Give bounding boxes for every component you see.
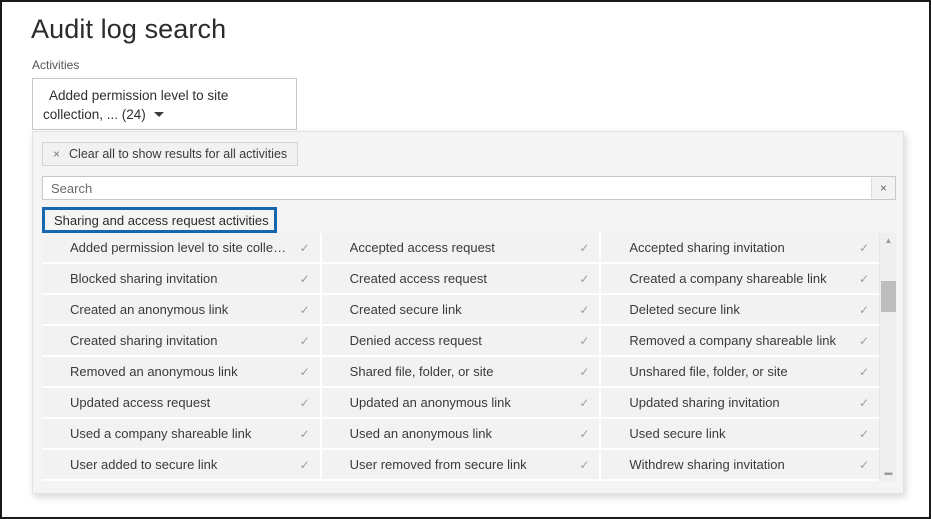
activity-option-label: User added to secure link: [70, 457, 218, 472]
activity-option-row[interactable]: Created an anonymous link ✓: [42, 295, 320, 324]
activity-option-row[interactable]: Deleted secure link ✓: [601, 295, 880, 324]
chevron-down-icon[interactable]: ▬: [880, 465, 896, 481]
check-icon: ✓: [858, 240, 870, 255]
check-icon: ✓: [858, 302, 870, 317]
group-header-label: Sharing and access request activities: [54, 212, 269, 228]
activity-option-row[interactable]: Updated an anonymous link ✓: [321, 388, 600, 417]
activities-selected-line2: collection, ... (24): [43, 107, 146, 122]
activity-option-label: Created an anonymous link: [70, 302, 229, 317]
activities-field-label: Activities: [32, 58, 80, 72]
clear-all-button[interactable]: × Clear all to show results for all acti…: [42, 142, 299, 166]
activity-option-label: Deleted secure link: [629, 302, 740, 317]
check-icon: ✓: [858, 426, 870, 441]
activities-list-region: Added permission level to site collectio…: [42, 233, 896, 481]
activity-option-row[interactable]: Used a company shareable link ✓: [42, 419, 320, 448]
activity-option-row[interactable]: Created secure link ✓: [321, 295, 600, 324]
activity-option-row[interactable]: Removed an anonymous link ✓: [42, 357, 320, 386]
check-icon: ✓: [299, 457, 310, 472]
activity-option-row[interactable]: Created access request ✓: [321, 264, 600, 293]
check-icon: ✓: [299, 302, 310, 317]
check-icon: ✓: [299, 426, 310, 441]
audit-log-search-screen: Audit log search Activities Added permis…: [0, 0, 931, 519]
activity-option-label: Created a company shareable link: [629, 271, 827, 286]
activity-option-label: Added permission level to site collectio…: [70, 240, 290, 255]
activities-column: Accepted sharing invitation ✓ Created a co…: [601, 233, 880, 481]
activity-option-row[interactable]: User removed from secure link ✓: [321, 450, 600, 479]
activity-option-label: Created secure link: [349, 302, 462, 317]
check-icon: ✓: [579, 395, 590, 410]
close-icon: ×: [53, 147, 61, 161]
activity-option-row[interactable]: Removed a company shareable link ✓: [601, 326, 880, 355]
activity-option-label: Created access request: [349, 271, 487, 286]
activity-option-row[interactable]: Denied access request ✓: [321, 326, 600, 355]
activity-option-label: Created sharing invitation: [70, 333, 218, 348]
check-icon: ✓: [299, 271, 310, 286]
activity-option-label: Withdrew sharing invitation: [629, 457, 785, 472]
activities-list-scrollbar[interactable]: ▲ ▬: [879, 233, 896, 481]
search-clear-button[interactable]: ×: [871, 177, 895, 199]
check-icon: ✓: [858, 271, 870, 286]
activity-option-label: Updated an anonymous link: [349, 395, 511, 410]
activities-column: Added permission level to site collectio…: [42, 233, 320, 481]
page-title: Audit log search: [31, 14, 227, 44]
activity-option-label: Accepted access request: [349, 240, 495, 255]
activity-option-row[interactable]: Updated sharing invitation ✓: [601, 388, 880, 417]
activity-option-label: Removed a company shareable link: [629, 333, 837, 348]
activity-option-label: Denied access request: [349, 333, 482, 348]
activity-option-label: Shared file, folder, or site: [349, 364, 494, 379]
activity-option-row[interactable]: Created sharing invitation ✓: [42, 326, 320, 355]
activity-option-row[interactable]: Accepted access request ✓: [321, 233, 600, 262]
clear-all-label: Clear all to show results for all activi…: [69, 147, 288, 161]
chevron-up-icon[interactable]: ▲: [880, 233, 896, 249]
activity-option-label: Accepted sharing invitation: [629, 240, 785, 255]
scrollbar-thumb[interactable]: [881, 281, 896, 312]
activity-option-row[interactable]: Unshared file, folder, or site ✓: [601, 357, 880, 386]
check-icon: ✓: [299, 240, 310, 255]
search-input[interactable]: [43, 177, 871, 199]
check-icon: ✓: [579, 333, 590, 348]
chevron-down-icon: [153, 112, 164, 117]
activities-dropdown-button[interactable]: Added permission level to site collectio…: [32, 78, 297, 130]
activity-option-row[interactable]: Used an anonymous link ✓: [321, 419, 600, 448]
activities-flyout-panel: × Clear all to show results for all acti…: [32, 131, 904, 494]
check-icon: ✓: [579, 457, 590, 472]
check-icon: ✓: [579, 240, 590, 255]
check-icon: ✓: [579, 426, 590, 441]
activity-option-row[interactable]: Added permission level to site collectio…: [42, 233, 320, 262]
check-icon: ✓: [858, 333, 870, 348]
activity-option-row[interactable]: Shared file, folder, or site ✓: [321, 357, 600, 386]
check-icon: ✓: [579, 271, 590, 286]
activities-selected-line1: Added permission level to site: [49, 88, 229, 103]
activity-option-label: Used secure link: [629, 426, 726, 441]
check-icon: ✓: [858, 364, 870, 379]
activity-option-label: Blocked sharing invitation: [70, 271, 218, 286]
activity-option-row[interactable]: Created a company shareable link ✓: [601, 264, 880, 293]
activity-option-label: Unshared file, folder, or site: [629, 364, 788, 379]
search-field: ×: [42, 176, 896, 200]
activity-option-row[interactable]: Accepted sharing invitation ✓: [601, 233, 880, 262]
activity-option-label: Used a company shareable link: [70, 426, 252, 441]
activity-option-row[interactable]: Used secure link ✓: [601, 419, 880, 448]
group-header-sharing-and-access-request-activities[interactable]: Sharing and access request activities: [42, 207, 277, 233]
check-icon: ✓: [299, 333, 310, 348]
check-icon: ✓: [858, 395, 870, 410]
activity-option-label: Used an anonymous link: [349, 426, 493, 441]
check-icon: ✓: [299, 364, 310, 379]
check-icon: ✓: [579, 364, 590, 379]
activity-option-label: Updated sharing invitation: [629, 395, 780, 410]
activity-option-row[interactable]: User added to secure link ✓: [42, 450, 320, 479]
activity-option-row[interactable]: Withdrew sharing invitation ✓: [601, 450, 880, 479]
activities-columns: Added permission level to site collectio…: [42, 233, 880, 481]
activity-option-row[interactable]: Blocked sharing invitation ✓: [42, 264, 320, 293]
check-icon: ✓: [299, 395, 310, 410]
check-icon: ✓: [858, 457, 870, 472]
activities-column: Accepted access request ✓ Created access r…: [321, 233, 600, 481]
activity-option-label: Updated access request: [70, 395, 211, 410]
activity-option-row[interactable]: Updated access request ✓: [42, 388, 320, 417]
activities-selected-line2-wrap: collection, ... (24): [43, 105, 286, 124]
activity-option-label: Removed an anonymous link: [70, 364, 238, 379]
check-icon: ✓: [579, 302, 590, 317]
activity-option-label: User removed from secure link: [349, 457, 527, 472]
